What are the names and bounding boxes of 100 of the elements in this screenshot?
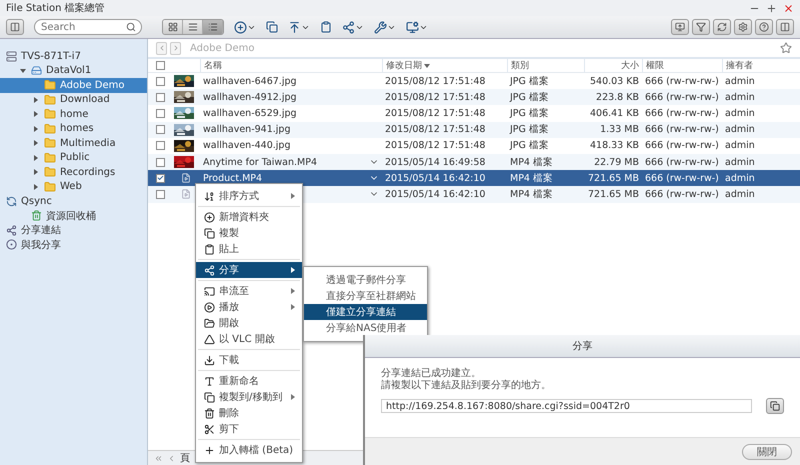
tree-item[interactable]: 分享連結 xyxy=(0,223,147,238)
row-checkbox[interactable] xyxy=(156,76,165,86)
owner-cell-text: admin xyxy=(724,92,756,103)
dialog-message: 分享連結已成功建立。 xyxy=(381,368,482,380)
sidebar-toggle-button[interactable] xyxy=(6,19,24,35)
tree-item[interactable]: Multimedia xyxy=(0,136,147,150)
select-all-checkbox[interactable] xyxy=(156,61,165,70)
column-header[interactable]: 名稱 xyxy=(200,59,382,72)
file-row[interactable]: wallhaven-941.jpg 2015/08/12 17:51:48 JPG 檔案 1.33 MB 666 (rw-rw-rw-) admin xyxy=(148,122,800,138)
type-cell-text: JPG 檔案 xyxy=(508,90,550,104)
copy-button[interactable] xyxy=(266,21,278,33)
menu-item[interactable]: 貼上 xyxy=(196,241,302,257)
folder-icon xyxy=(44,79,56,92)
search-field[interactable]: Search xyxy=(34,19,142,35)
menu-item[interactable]: 分享給NAS使用者 xyxy=(304,320,427,336)
close-button[interactable]: 關閉 xyxy=(742,444,792,460)
tools-button[interactable] xyxy=(374,20,396,34)
file-name: Anytime for Taiwan.MP4 xyxy=(203,156,317,168)
file-row[interactable]: Product.MP4 2015/05/14 16:42:10 MP4 檔案 721.65 MB 666 (rw-rw-rw-) admin xyxy=(148,170,800,186)
menu-item[interactable]: 透過電子郵件分享 xyxy=(304,272,427,288)
tree-item[interactable]: 資源回收桶 xyxy=(0,208,147,223)
cut-icon xyxy=(204,424,215,434)
tree-item[interactable]: Download xyxy=(0,92,147,107)
tree-item[interactable]: Web xyxy=(0,180,147,194)
menu-item[interactable]: 複製到/移動到 xyxy=(196,389,302,405)
tree-item[interactable]: Adobe Demo xyxy=(0,78,147,92)
column-header[interactable]: 修改日期 xyxy=(382,59,507,72)
row-checkbox[interactable] xyxy=(156,108,165,118)
row-checkbox[interactable] xyxy=(156,190,165,199)
panel-button[interactable] xyxy=(776,19,794,35)
permission-cell-text: 666 (rw-rw-rw-) xyxy=(644,76,720,87)
view-mode-button[interactable] xyxy=(163,20,183,34)
menu-item[interactable]: 分享 xyxy=(196,262,302,278)
date-cell-text: 2015/05/14 16:42:10 xyxy=(384,172,486,184)
wrench-icon xyxy=(374,20,387,34)
view-mode-button[interactable] xyxy=(183,20,203,34)
column-header[interactable]: 權限 xyxy=(642,59,722,72)
folder-icon xyxy=(44,122,56,135)
menu-item[interactable]: 加入轉檔 (Beta) xyxy=(196,442,302,458)
upload-button[interactable] xyxy=(288,20,310,34)
play-icon xyxy=(204,302,215,312)
create-button[interactable] xyxy=(234,20,256,34)
menu-item[interactable]: 剪下 xyxy=(196,421,302,437)
row-checkbox[interactable] xyxy=(156,125,165,134)
share-icon xyxy=(342,20,355,34)
star-icon xyxy=(780,42,792,54)
owner-cell-text: admin xyxy=(724,140,756,152)
tree-item[interactable]: 與我分享 xyxy=(0,238,147,252)
link-field[interactable]: http://169.254.8.167:8080/share.cgi?ssid=004T2r0 xyxy=(381,399,752,413)
tree-item[interactable]: home xyxy=(0,107,147,122)
type-cell-text: MP4 檔案 xyxy=(509,156,554,169)
row-checkbox[interactable] xyxy=(156,141,165,150)
tree-item[interactable]: homes xyxy=(0,122,147,136)
media-button[interactable] xyxy=(671,19,689,35)
server-icon xyxy=(6,50,17,62)
menu-item[interactable]: 僅建立分享連結 xyxy=(304,304,427,320)
settings-button[interactable] xyxy=(734,19,752,35)
share-button[interactable] xyxy=(342,20,364,34)
row-checkbox[interactable] xyxy=(156,92,165,102)
permission-cell-text: 666 (rw-rw-rw-) xyxy=(644,140,720,152)
help-icon xyxy=(759,22,769,32)
column-header[interactable]: 大小 xyxy=(584,59,642,72)
plus-circle-icon xyxy=(234,20,247,34)
tree-item[interactable]: Recordings xyxy=(0,165,147,180)
menu-item[interactable]: 開啟 xyxy=(196,315,302,331)
upload-icon xyxy=(288,20,301,34)
view-icon xyxy=(168,22,178,32)
paste-button[interactable] xyxy=(320,21,332,33)
menu-item[interactable]: 直接分享至社群網站 xyxy=(304,288,427,304)
file-name: Product.MP4 xyxy=(203,172,262,184)
help-button[interactable] xyxy=(755,19,773,35)
menu-item[interactable]: 新增資料夾 xyxy=(196,209,302,225)
menu-item[interactable]: 以 VLC 開啟 xyxy=(196,331,302,347)
row-checkbox[interactable] xyxy=(156,174,165,183)
row-checkbox[interactable] xyxy=(156,158,165,167)
filter-button[interactable] xyxy=(692,19,710,35)
refresh-button[interactable] xyxy=(713,19,731,35)
share-icon xyxy=(6,224,17,236)
copy-link-button[interactable] xyxy=(766,398,784,414)
copy-icon xyxy=(770,401,780,411)
monitor-icon xyxy=(675,22,685,32)
column-header[interactable]: 擁有者 xyxy=(722,59,800,72)
menu-item[interactable]: 複製 xyxy=(196,225,302,241)
menu-item[interactable]: 排序方式 xyxy=(196,188,302,204)
previous-page-icon xyxy=(167,454,176,462)
tree-item[interactable]: Public xyxy=(0,150,147,165)
menu-item[interactable]: 刪除 xyxy=(196,405,302,421)
remote-mount-button[interactable] xyxy=(406,20,428,34)
menu-item[interactable]: 播放 xyxy=(196,299,302,315)
menu-item[interactable]: 重新命名 xyxy=(196,373,302,389)
tree-item[interactable]: DataVol1 xyxy=(0,64,147,78)
file-row[interactable]: wallhaven-4912.jpg 2015/08/12 17:51:48 JPG 檔案 223.8 KB 666 (rw-rw-rw-) admin xyxy=(148,89,800,106)
column-header[interactable]: 類別 xyxy=(507,59,584,72)
file-name: wallhaven-6529.jpg xyxy=(203,108,297,119)
tree-item[interactable]: Qsync xyxy=(0,194,147,208)
view-mode-button[interactable] xyxy=(203,20,223,34)
tree-item[interactable]: TVS-871T-i7 xyxy=(0,49,147,64)
menu-item[interactable]: 串流至 xyxy=(196,283,302,299)
menu-item[interactable]: 下載 xyxy=(196,352,302,368)
file-row[interactable]: Anytime for Taiwan.MP4 2015/05/14 16:49:58 MP4 檔案 22.79 MB 666 (rw-rw-rw-) admin xyxy=(148,154,800,170)
